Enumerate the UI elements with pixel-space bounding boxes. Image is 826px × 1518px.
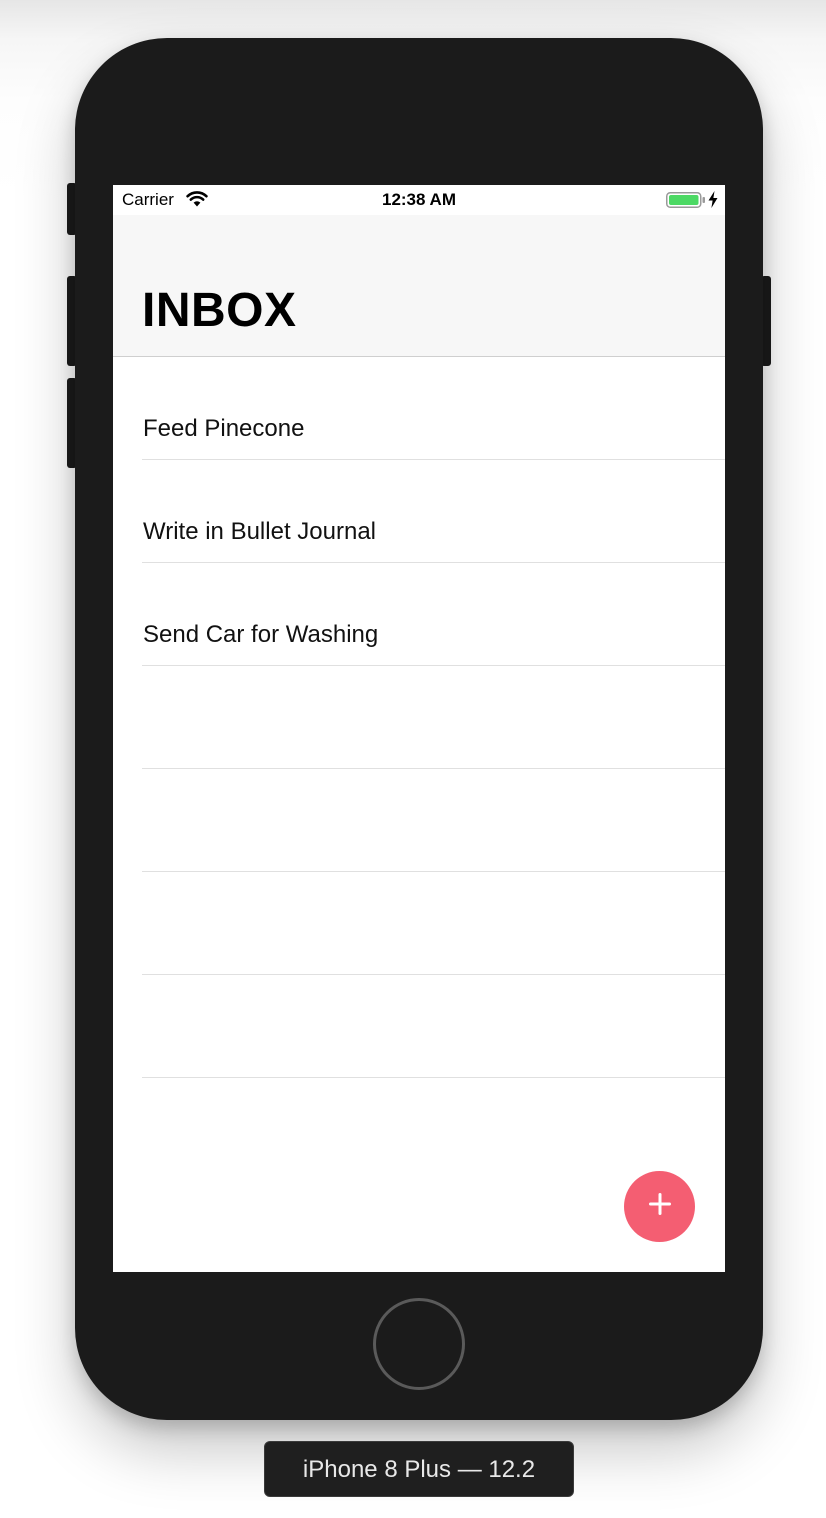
- plus-icon: [647, 1191, 673, 1222]
- add-task-button[interactable]: [624, 1171, 695, 1242]
- task-label: Feed Pinecone: [143, 415, 305, 442]
- list-item[interactable]: Send Car for Washing: [113, 563, 725, 666]
- list-item[interactable]: [113, 769, 725, 872]
- app-screen: Carrier 12:38 AM INBOX Feed Pinecone Wri…: [113, 185, 725, 1272]
- navigation-header: INBOX: [113, 215, 725, 357]
- page-title: INBOX: [142, 284, 297, 337]
- task-label: Write in Bullet Journal: [143, 518, 376, 545]
- task-list: Feed Pinecone Write in Bullet Journal Se…: [113, 357, 725, 1078]
- status-time: 12:38 AM: [381, 190, 456, 209]
- list-item[interactable]: [113, 666, 725, 769]
- list-item[interactable]: Feed Pinecone: [113, 357, 725, 460]
- charging-bolt-icon: [708, 191, 718, 213]
- home-button[interactable]: [373, 1298, 465, 1390]
- battery-full-icon: [666, 192, 706, 213]
- status-bar: Carrier 12:38 AM: [113, 185, 725, 215]
- list-item[interactable]: Write in Bullet Journal: [113, 460, 725, 563]
- simulator-device-label: iPhone 8 Plus — 12.2: [264, 1441, 574, 1497]
- list-item[interactable]: [113, 975, 725, 1078]
- row-divider: [142, 1077, 725, 1078]
- task-label: Send Car for Washing: [143, 621, 379, 648]
- list-item[interactable]: [113, 872, 725, 975]
